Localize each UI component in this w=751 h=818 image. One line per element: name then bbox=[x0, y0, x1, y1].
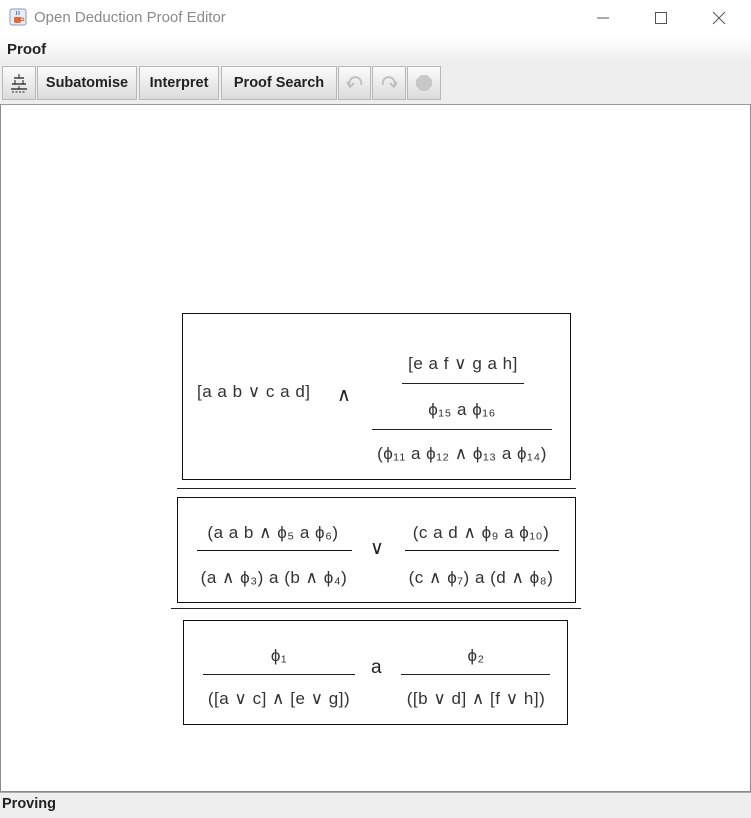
minimize-button[interactable] bbox=[574, 0, 632, 36]
subatomise-label: Subatomise bbox=[45, 75, 129, 91]
menu-bar: Proof bbox=[0, 36, 751, 64]
middle-left-conclusion: (a ∧ ϕ₃) a (b ∧ ϕ₄) bbox=[200, 568, 348, 587]
inference-line bbox=[171, 608, 581, 609]
menu-proof[interactable]: Proof bbox=[7, 41, 46, 58]
inference-line bbox=[402, 383, 524, 384]
proof-tree-button[interactable] bbox=[2, 66, 36, 100]
close-icon bbox=[712, 11, 726, 25]
proof-search-button[interactable]: Proof Search bbox=[221, 66, 337, 100]
top-right-premise: [e a f ∨ g a h] bbox=[408, 354, 518, 373]
undo-button[interactable] bbox=[338, 66, 371, 100]
top-left-structure: [a a b ∨ c a d] bbox=[197, 382, 311, 401]
undo-icon bbox=[345, 76, 362, 89]
inference-line bbox=[372, 429, 552, 430]
stop-button[interactable] bbox=[407, 66, 441, 100]
middle-right-premise: (c a d ∧ ϕ₉ a ϕ₁₀) bbox=[412, 523, 550, 542]
middle-right-conclusion: (c ∧ ϕ₇) a (d ∧ ϕ₈) bbox=[408, 568, 554, 587]
bottom-connective: a bbox=[371, 657, 382, 678]
toolbar: Subatomise Interpret Proof Search bbox=[0, 64, 751, 104]
inference-line bbox=[203, 674, 355, 675]
top-right-middle: ϕ₁₅ a ϕ₁₆ bbox=[428, 400, 496, 419]
maximize-icon bbox=[655, 12, 667, 24]
bottom-right-premise: ϕ₂ bbox=[467, 646, 485, 665]
inference-line bbox=[405, 550, 559, 551]
title-bar: Open Deduction Proof Editor bbox=[0, 0, 751, 36]
bottom-left-premise: ϕ₁ bbox=[270, 646, 288, 665]
middle-left-premise: (a a b ∧ ϕ₅ a ϕ₆) bbox=[207, 523, 339, 542]
interpret-button[interactable]: Interpret bbox=[139, 66, 219, 100]
menu-proof-label: Proof bbox=[7, 41, 47, 58]
java-cup-icon bbox=[9, 8, 27, 26]
inference-line bbox=[401, 674, 550, 675]
status-text: Proving bbox=[2, 796, 56, 812]
top-conjunction: ∧ bbox=[337, 385, 351, 406]
status-bar: Proving bbox=[0, 792, 751, 818]
inference-line bbox=[197, 550, 352, 551]
bottom-left-conclusion: ([a ∨ c] ∧ [e ∨ g]) bbox=[207, 689, 351, 708]
middle-disjunction: ∨ bbox=[370, 538, 384, 559]
close-button[interactable] bbox=[690, 0, 748, 36]
redo-button[interactable] bbox=[372, 66, 406, 100]
top-right-conclusion: (ϕ₁₁ a ϕ₁₂ ∧ ϕ₁₃ a ϕ₁₄) bbox=[377, 444, 547, 463]
inference-line bbox=[177, 488, 576, 489]
proof-tree-icon bbox=[11, 74, 27, 93]
window-title: Open Deduction Proof Editor bbox=[34, 9, 226, 26]
minimize-icon bbox=[597, 17, 609, 19]
bottom-right-conclusion: ([b ∨ d] ∧ [f ∨ h]) bbox=[406, 689, 546, 708]
stop-icon bbox=[416, 75, 432, 91]
redo-icon bbox=[381, 76, 398, 89]
interpret-label: Interpret bbox=[149, 75, 209, 91]
maximize-button[interactable] bbox=[632, 0, 690, 36]
proof-search-label: Proof Search bbox=[233, 75, 325, 91]
subatomise-button[interactable]: Subatomise bbox=[37, 66, 137, 100]
